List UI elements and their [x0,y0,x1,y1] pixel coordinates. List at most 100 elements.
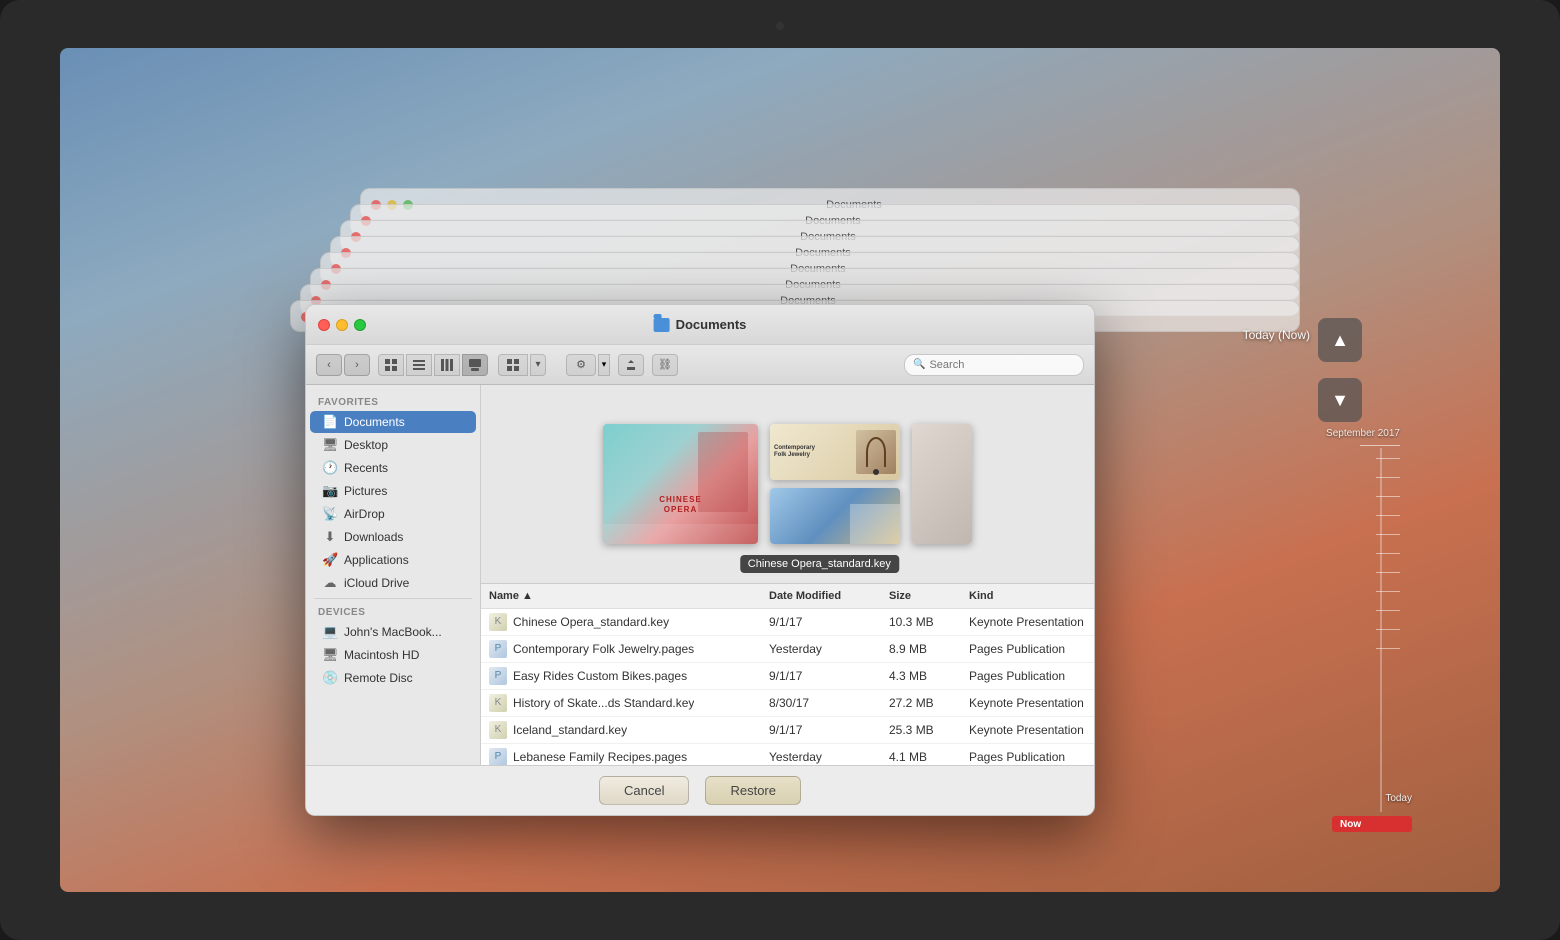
sidebar-label-macbook: John's MacBook... [344,625,442,639]
table-row[interactable]: K History of Skate...ds Standard.key 8/3… [481,690,1094,717]
title-bar: Documents [306,305,1094,345]
preview-area: CHINESEOPERA Contempora [481,385,1094,584]
file-icon-key: K [489,721,507,739]
devices-header: Devices [306,603,480,620]
file-size: 27.2 MB [881,694,961,712]
sidebar-item-applications[interactable]: 🚀 Applications [310,549,476,571]
back-button[interactable]: ‹ [316,354,342,376]
applications-icon: 🚀 [322,552,338,568]
sidebar-item-icloud[interactable]: ☁ iCloud Drive [310,572,476,594]
file-name: Lebanese Family Recipes.pages [513,750,687,764]
table-row[interactable]: K Iceland_standard.key 9/1/17 25.3 MB Ke… [481,717,1094,744]
preview-thumbnail-bikes[interactable] [770,488,900,544]
sidebar-item-macintosh-hd[interactable]: 🖥 Macintosh HD [310,644,476,666]
sidebar-item-macbook[interactable]: 💻 John's MacBook... [310,621,476,643]
cancel-button[interactable]: Cancel [599,776,689,805]
file-name: History of Skate...ds Standard.key [513,696,694,710]
window-body: Favorites 📄 Documents 🖥 Desktop 🕐 Recent… [306,385,1094,765]
file-icon-pages: P [489,640,507,658]
search-icon: 🔍 [913,359,925,370]
window-title: Documents [676,317,747,332]
group-dropdown[interactable]: ▾ [530,354,546,376]
sidebar-label-downloads: Downloads [344,530,403,544]
macbook-icon: 💻 [322,624,338,640]
camera-dot [776,22,784,30]
sidebar-label-macintosh-hd: Macintosh HD [344,648,419,662]
hd-icon: 🖥 [322,647,338,663]
window-footer: Cancel Restore [306,765,1094,815]
file-kind: Pages Publication [961,640,1094,658]
preview-thumbnail-jewelry[interactable]: ContemporaryFolk Jewelry [770,424,900,480]
file-kind: Pages Publication [961,748,1094,766]
share-button[interactable] [618,354,644,376]
file-name: Iceland_standard.key [513,723,627,737]
file-name: Chinese Opera_standard.key [513,615,669,629]
sidebar-item-downloads[interactable]: ⬇ Downloads [310,526,476,548]
desktop-icon: 🖥 [322,437,338,453]
preview-tooltip: Chinese Opera_standard.key [740,555,899,573]
view-icon-button[interactable] [378,354,404,376]
forward-button[interactable]: › [344,354,370,376]
table-row[interactable]: P Contemporary Folk Jewelry.pages Yester… [481,636,1094,663]
view-list-button[interactable] [406,354,432,376]
col-header-date[interactable]: Date Modified [761,588,881,604]
file-icon-key: K [489,613,507,631]
sidebar-label-applications: Applications [344,553,409,567]
favorites-header: Favorites [306,393,480,410]
sidebar-label-remote-disc: Remote Disc [344,671,413,685]
file-size: 25.3 MB [881,721,961,739]
search-input[interactable] [929,359,1075,371]
link-button[interactable]: ⛓ [652,354,678,376]
sidebar-item-pictures[interactable]: 📷 Pictures [310,480,476,502]
time-machine-up-button[interactable]: ▲ [1318,318,1362,362]
view-buttons [378,354,488,376]
sidebar-item-desktop[interactable]: 🖥 Desktop [310,434,476,456]
file-date: Yesterday [761,640,881,658]
col-header-kind[interactable]: Kind [961,588,1094,604]
sidebar-item-documents[interactable]: 📄 Documents [310,411,476,433]
file-date: 9/1/17 [761,667,881,685]
file-date: 8/30/17 [761,694,881,712]
file-size: 4.1 MB [881,748,961,766]
file-size: 10.3 MB [881,613,961,631]
sidebar-label-recents: Recents [344,461,388,475]
file-date: 9/1/17 [761,613,881,631]
group-button[interactable] [498,354,528,376]
col-header-size[interactable]: Size [881,588,961,604]
action-button[interactable]: ⚙ [566,354,596,376]
downloads-icon: ⬇ [322,529,338,545]
nav-buttons: ‹ › [316,354,370,376]
title-folder-icon [654,318,670,332]
view-column-button[interactable] [434,354,460,376]
table-row[interactable]: K Chinese Opera_standard.key 9/1/17 10.3… [481,609,1094,636]
sidebar-label-icloud: iCloud Drive [344,576,409,590]
preview-thumbnail-opera[interactable]: CHINESEOPERA [603,424,758,544]
file-icon-key: K [489,694,507,712]
sidebar-item-recents[interactable]: 🕐 Recents [310,457,476,479]
file-list: Name ▲ Date Modified Size Kind K Chinese… [481,584,1094,766]
maximize-button[interactable] [354,319,366,331]
sidebar-item-airdrop[interactable]: 📡 AirDrop [310,503,476,525]
time-machine-now-bar: Now [1332,816,1412,832]
file-size: 8.9 MB [881,640,961,658]
col-header-name[interactable]: Name ▲ [481,588,761,604]
table-row[interactable]: P Lebanese Family Recipes.pages Yesterda… [481,744,1094,766]
file-kind: Keynote Presentation [961,721,1094,739]
view-cover-button[interactable] [462,354,488,376]
sidebar: Favorites 📄 Documents 🖥 Desktop 🕐 Recent… [306,385,481,765]
close-button[interactable] [318,319,330,331]
time-machine-down-button[interactable]: ▼ [1318,378,1362,422]
sidebar-label-airdrop: AirDrop [344,507,385,521]
restore-button[interactable]: Restore [705,776,801,805]
sidebar-label-pictures: Pictures [344,484,387,498]
action-dropdown[interactable]: ▾ [598,354,610,376]
minimize-button[interactable] [336,319,348,331]
sidebar-item-remote-disc[interactable]: 💿 Remote Disc [310,667,476,689]
table-row[interactable]: P Easy Rides Custom Bikes.pages 9/1/17 4… [481,663,1094,690]
file-kind: Pages Publication [961,667,1094,685]
search-box[interactable]: 🔍 [904,354,1084,376]
finder-window: Documents ‹ › [305,304,1095,816]
file-name: Easy Rides Custom Bikes.pages [513,669,687,683]
macbook-frame: Documents Documents Documents Documents [0,0,1560,940]
screen-area: Documents Documents Documents Documents [60,48,1500,892]
